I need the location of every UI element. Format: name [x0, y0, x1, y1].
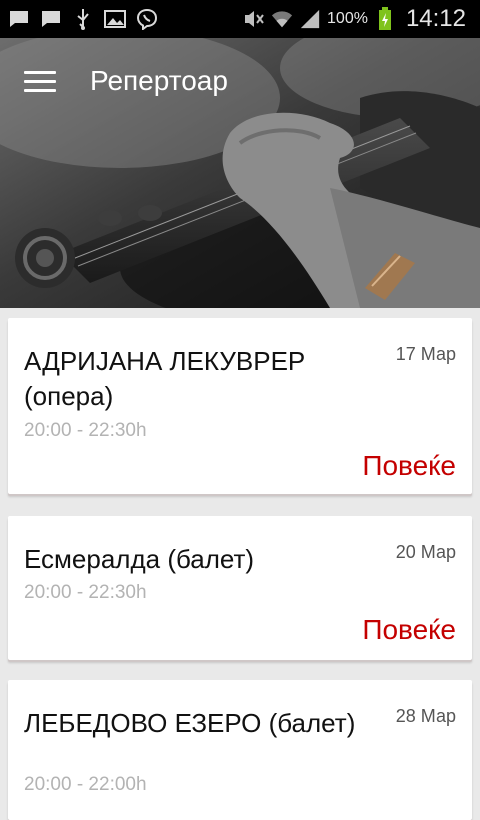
battery-percent: 100% [327, 10, 368, 27]
battery-icon [374, 7, 396, 30]
event-title: ЛЕБЕДОВО ЕЗЕРО (балет) [24, 708, 356, 738]
event-card[interactable]: Есмералда (балет) 20 Мар 20:00 - 22:30h … [8, 516, 472, 660]
status-bar: 100% 14:12 [0, 0, 480, 38]
wifi-icon [271, 8, 293, 30]
event-card[interactable]: ЛЕБЕДОВО ЕЗЕРО (балет) 28 Мар 20:00 - 22… [8, 680, 472, 820]
more-link[interactable]: Повеќе [362, 614, 456, 646]
system-icons: 100% 14:12 [243, 5, 480, 33]
hamburger-icon[interactable] [24, 63, 60, 99]
clock: 14:12 [405, 5, 466, 32]
notification-icons [0, 8, 158, 30]
event-time: 20:00 - 22:30h [24, 582, 147, 603]
event-time: 20:00 - 22:30h [24, 420, 147, 441]
event-date: 17 Мар [395, 344, 456, 364]
event-title: Есмералда (балет) [24, 544, 255, 574]
event-title: АДРИЈАНА ЛЕКУВРЕР (опера) [24, 346, 306, 411]
usb-icon [72, 8, 94, 30]
mute-icon [243, 8, 265, 30]
viber-icon [136, 8, 158, 30]
image-icon [104, 8, 126, 30]
page-title: Репертоар [90, 65, 228, 96]
event-date: 20 Мар [395, 542, 456, 562]
header-image: Репертоар [0, 38, 480, 308]
more-link[interactable]: Повеќе [362, 450, 456, 482]
event-date: 28 Мар [395, 706, 456, 726]
event-card[interactable]: АДРИЈАНА ЛЕКУВРЕР (опера) 17 Мар 20:00 -… [8, 318, 472, 494]
event-time: 20:00 - 22:00h [24, 774, 147, 795]
app-bar: Репертоар [0, 38, 480, 124]
signal-icon [299, 8, 321, 30]
message-icon [40, 8, 62, 30]
message-icon [8, 8, 30, 30]
